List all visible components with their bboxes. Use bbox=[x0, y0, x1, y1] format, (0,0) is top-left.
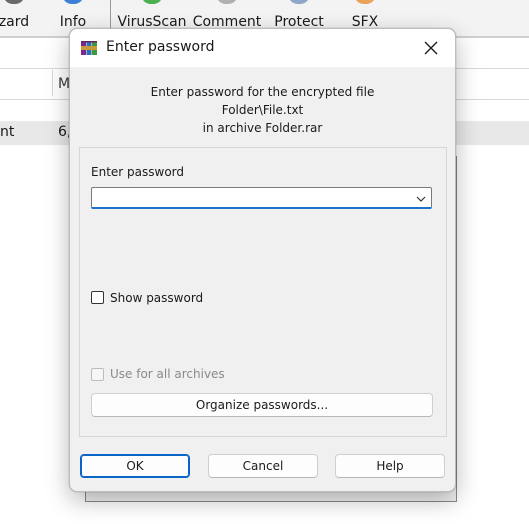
wizard-icon bbox=[3, 0, 25, 4]
show-password-label[interactable]: Show password bbox=[110, 291, 203, 305]
dialog-title: Enter password bbox=[106, 39, 215, 55]
row-name-cell: nt bbox=[0, 124, 15, 140]
prompt-file-path: Folder\File.txt bbox=[221, 103, 304, 117]
toolbar-wizard-label: zard bbox=[0, 14, 30, 30]
dialog-titlebar[interactable]: Enter password bbox=[70, 29, 455, 67]
info-icon bbox=[62, 0, 84, 4]
password-label: Enter password bbox=[91, 165, 184, 179]
winrar-icon bbox=[80, 39, 98, 57]
prompt-line-1: Enter password for the encrypted file bbox=[150, 85, 375, 99]
help-button[interactable]: Help bbox=[335, 454, 445, 478]
password-input[interactable] bbox=[96, 189, 410, 209]
close-icon bbox=[424, 41, 438, 55]
password-prompt-message: Enter password for the encrypted file Fo… bbox=[70, 83, 455, 137]
chevron-down-icon[interactable] bbox=[415, 193, 427, 203]
sfx-icon bbox=[354, 0, 376, 4]
show-password-checkbox[interactable] bbox=[91, 291, 104, 304]
use-for-all-archives-checkbox bbox=[91, 368, 104, 381]
column-separator[interactable] bbox=[52, 70, 53, 96]
prompt-archive-name: in archive Folder.rar bbox=[202, 121, 323, 135]
comment-icon bbox=[216, 0, 238, 4]
organize-passwords-button[interactable]: Organize passwords... bbox=[91, 393, 433, 417]
enter-password-dialog: Enter password Enter password for the en… bbox=[69, 28, 456, 492]
ok-button[interactable]: OK bbox=[80, 454, 190, 478]
toolbar-wizard-button[interactable]: zard bbox=[0, 0, 36, 36]
protect-icon bbox=[288, 0, 310, 4]
virusscan-icon bbox=[141, 0, 163, 4]
password-combobox[interactable] bbox=[91, 187, 432, 209]
cancel-button[interactable]: Cancel bbox=[208, 454, 318, 478]
use-for-all-archives-label: Use for all archives bbox=[110, 367, 225, 381]
close-button[interactable] bbox=[415, 33, 447, 63]
